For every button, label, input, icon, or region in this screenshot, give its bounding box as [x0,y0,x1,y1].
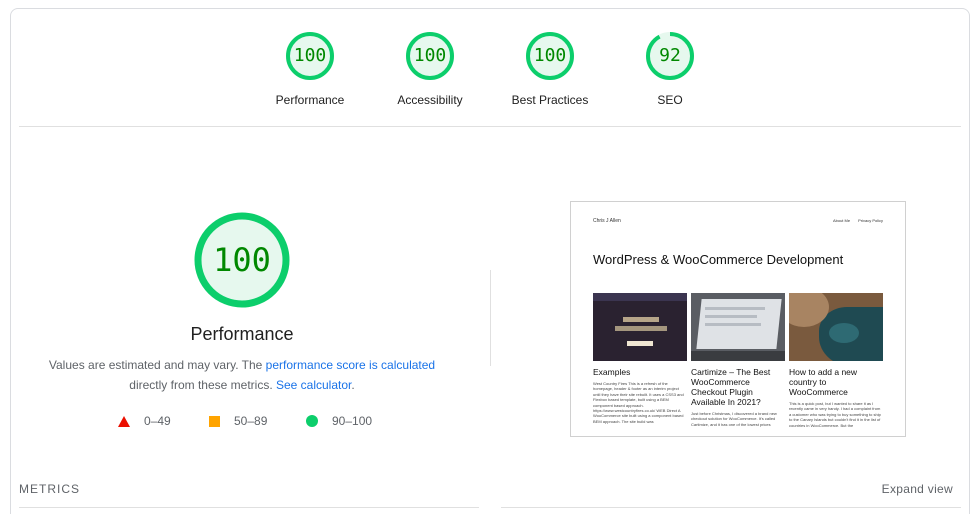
gauges-divider [19,126,961,127]
nav-privacy: Privacy Policy [858,218,883,223]
post-excerpt: This is a quick post, but I wanted to sh… [789,401,881,428]
post-title: Cartimize – The Best WooCommerce Checkou… [691,367,771,407]
site-title: WordPress & WooCommerce Development [593,252,844,267]
gauge-label: Accessibility [397,93,463,107]
expand-view-button[interactable]: Expand view [882,482,953,496]
gauge-ring: 100 [405,31,455,81]
post-title: How to add a new country to WooCommerce [789,367,858,397]
main-performance-gauge: 100 [192,210,292,310]
vertical-divider [490,270,491,366]
post-thumbnail [691,293,785,361]
square-icon [209,415,220,427]
gauge-accessibility[interactable]: 100 Accessibility [370,31,490,107]
gauge-performance[interactable]: 100 Performance [250,31,370,107]
post-card: Examples West Country Fires This is a re… [593,293,687,424]
gauge-label: SEO [657,93,683,107]
post-card: How to add a new country to WooCommerce … [789,293,883,428]
legend-pass: 90–100 [306,414,372,428]
gauge-score: 100 [533,45,567,66]
score-description: Values are estimated and may vary. The p… [32,355,452,395]
gauge-score: 100 [293,45,327,66]
desc-suffix: . [351,378,355,392]
gauge-ring: 100 [285,31,335,81]
gauge-seo[interactable]: 92 SEO [610,31,730,107]
gauge-ring: 92 [645,31,695,81]
metrics-heading: METRICS [19,482,80,496]
desc-middle: directly from these metrics. [129,378,276,392]
main-score: 100 [213,241,271,279]
post-excerpt: West Country Fires This is a refresh of … [593,381,684,424]
metrics-divider-right [501,507,961,508]
gauge-label: Best Practices [511,93,589,107]
calculator-link[interactable]: See calculator [276,378,351,392]
post-excerpt: Just before Christmas, I discovered a br… [691,411,777,427]
post-thumbnail [593,293,687,361]
triangle-icon [118,415,130,427]
legend-fail: 0–49 [118,414,171,428]
post-title: Examples [593,367,631,377]
gauge-best-practices[interactable]: 100 Best Practices [490,31,610,107]
legend-fail-range: 0–49 [144,414,171,428]
legend-average-range: 50–89 [234,414,268,428]
site-nav: About Me Privacy Policy [833,218,883,223]
legend-pass-range: 90–100 [332,414,373,428]
nav-about: About Me [832,218,851,223]
circle-icon [306,415,318,427]
desc-prefix: Values are estimated and may vary. The [48,358,266,372]
gauge-label: Performance [275,93,345,107]
gauge-score: 92 [659,45,681,66]
legend-average: 50–89 [209,414,267,428]
gauge-ring: 100 [525,31,575,81]
site-name: Chris J Allen [593,218,621,224]
gauge-score: 100 [413,45,447,66]
main-category-title: Performance [190,324,294,344]
final-screenshot: Chris J Allen About Me Privacy Policy Wo… [570,201,906,437]
main-gauge-ring: 100 [192,210,292,310]
metrics-divider-left [19,507,479,508]
score-calculation-link[interactable]: performance score is calculated [266,358,435,372]
post-thumbnail [789,293,883,361]
post-card: Cartimize – The Best WooCommerce Checkou… [691,293,785,427]
